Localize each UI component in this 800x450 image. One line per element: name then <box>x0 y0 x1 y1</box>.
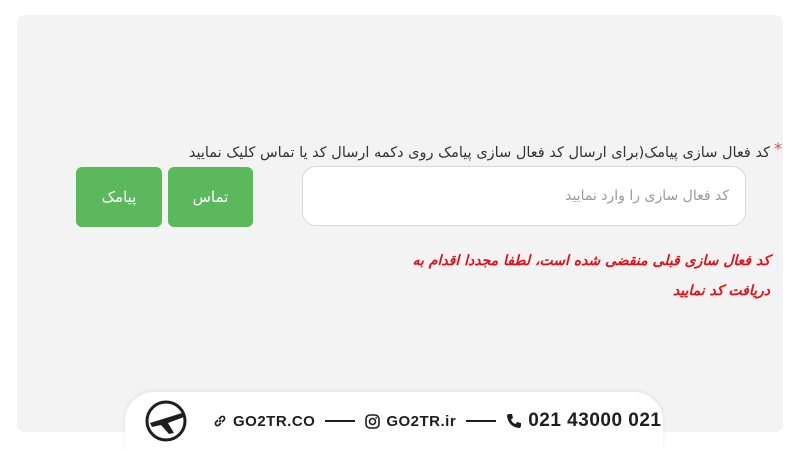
link-icon <box>214 415 226 427</box>
contact-footer: GO2TR.CO GO2TR.ir 021 43000 021 <box>125 392 663 450</box>
website-link[interactable]: GO2TR.CO <box>213 413 315 430</box>
required-asterisk: * <box>774 139 782 158</box>
label-text: کد فعال سازی پیامک(برای ارسال کد فعال سا… <box>188 145 770 161</box>
footer-divider <box>466 420 497 422</box>
error-line-1: کد فعال سازی قبلی منقضی شده است، لطفا مج… <box>412 253 771 269</box>
error-line-2: دریافت کد نمایید <box>672 283 770 299</box>
instagram-link[interactable]: GO2TR.ir <box>365 413 456 430</box>
footer-divider <box>325 420 356 422</box>
sms-button[interactable]: پیامک <box>76 167 162 227</box>
website-text: GO2TR.CO <box>233 412 316 430</box>
activation-code-input[interactable] <box>302 166 746 226</box>
instagram-text: GO2TR.ir <box>386 412 457 430</box>
phone-number: 021 43000 021 <box>528 410 662 431</box>
error-message: کد فعال سازی قبلی منقضی شده است، لطفا مج… <box>340 246 771 306</box>
phone-icon <box>507 414 522 428</box>
activation-code-label: *کد فعال سازی پیامک(برای ارسال کد فعال س… <box>42 139 782 161</box>
airplane-logo-icon <box>141 396 191 446</box>
instagram-icon <box>365 413 381 429</box>
phone-link[interactable]: 021 43000 021 <box>506 410 661 432</box>
call-button[interactable]: تماس <box>168 167 253 227</box>
